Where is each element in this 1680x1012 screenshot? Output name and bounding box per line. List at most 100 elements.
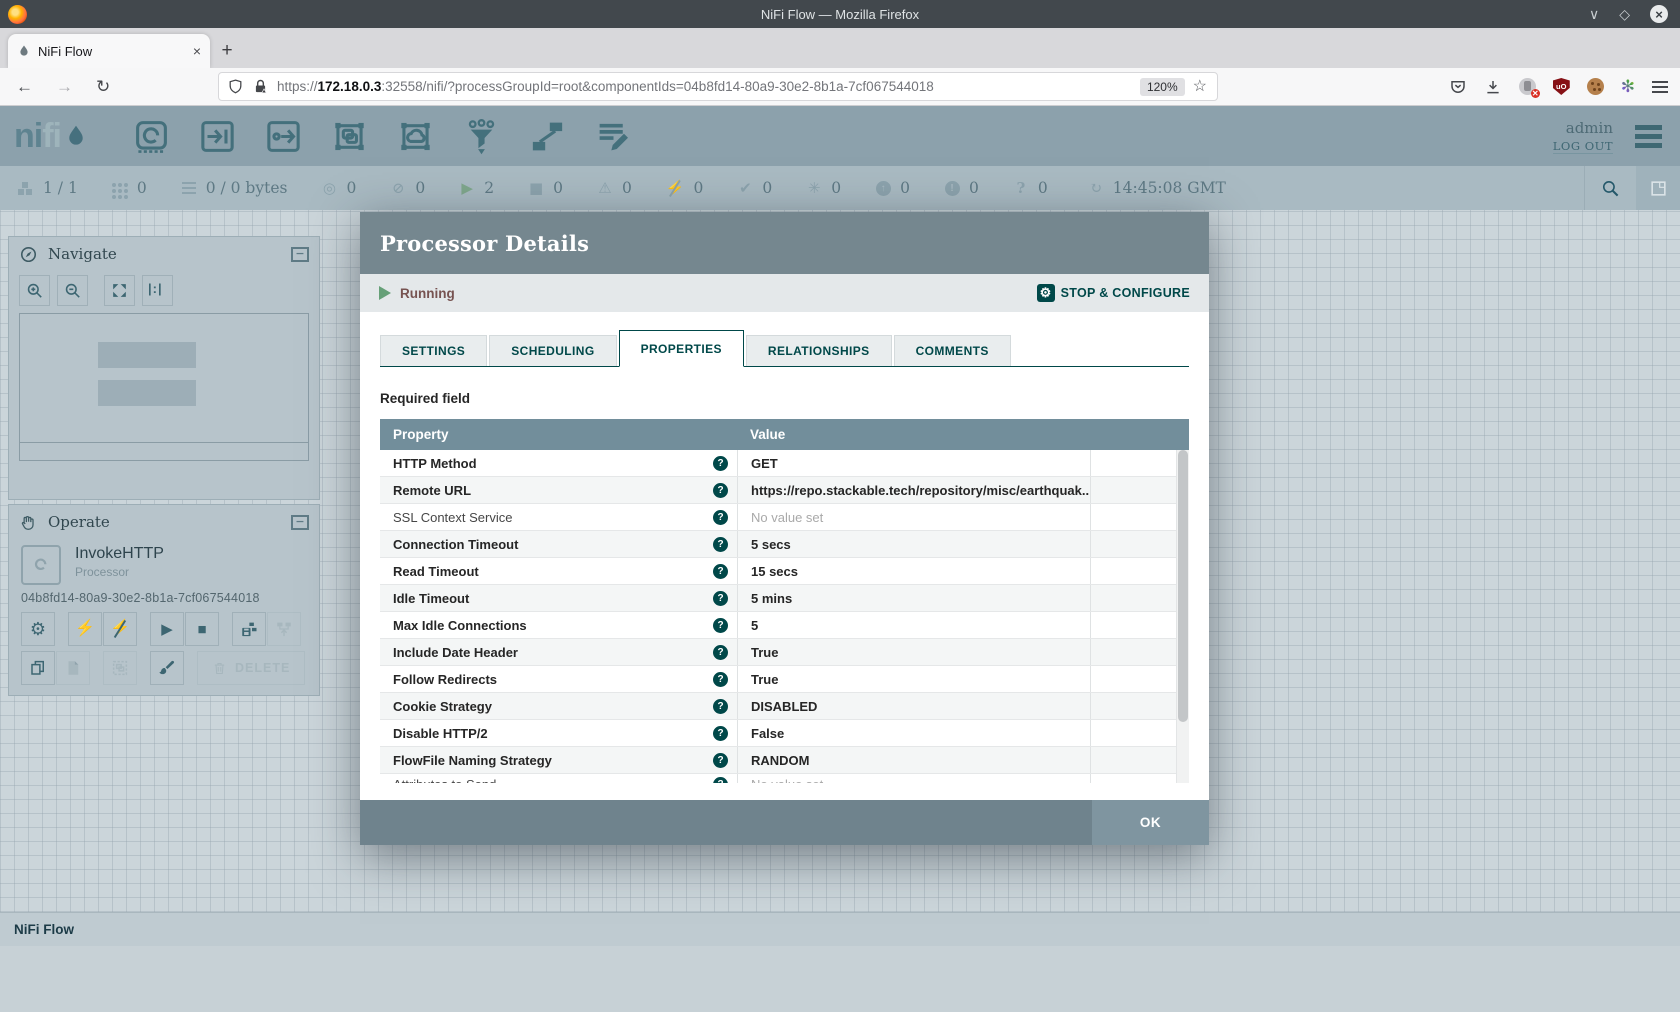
upload-template-button[interactable] bbox=[267, 612, 301, 646]
table-scrollbar[interactable] bbox=[1176, 450, 1189, 783]
output-port-icon[interactable] bbox=[265, 118, 302, 155]
tab-close-icon[interactable]: × bbox=[193, 43, 201, 59]
group-button[interactable] bbox=[103, 651, 137, 685]
search-button[interactable] bbox=[1584, 166, 1636, 210]
table-row: Remote URL?https://repo.stackable.tech/r… bbox=[380, 477, 1176, 504]
start-button[interactable]: ▶ bbox=[150, 612, 184, 646]
table-row: Connection Timeout?5 secs bbox=[380, 531, 1176, 558]
tab-settings[interactable]: SETTINGS bbox=[380, 335, 487, 366]
help-icon[interactable]: ? bbox=[713, 777, 728, 783]
delete-button[interactable]: DELETE bbox=[197, 651, 305, 685]
required-field-note: Required field bbox=[380, 391, 1189, 406]
stop-button[interactable]: ■ bbox=[185, 612, 219, 646]
copy-button[interactable] bbox=[21, 651, 55, 685]
input-port-icon[interactable] bbox=[199, 118, 236, 155]
transmitting-icon: ◎ bbox=[321, 181, 337, 196]
ok-button[interactable]: OK bbox=[1092, 800, 1209, 845]
help-icon[interactable]: ? bbox=[713, 699, 728, 714]
lock-icon[interactable] bbox=[252, 78, 269, 95]
status-running-count: 2 bbox=[484, 179, 494, 197]
download-icon[interactable] bbox=[1484, 78, 1502, 96]
stop-and-configure-button[interactable]: ⚙ STOP & CONFIGURE bbox=[1037, 284, 1190, 302]
cookie-icon[interactable] bbox=[1587, 78, 1604, 95]
zoom-in-button[interactable] bbox=[19, 275, 50, 306]
ublock-icon[interactable]: uO bbox=[1553, 78, 1570, 95]
global-menu-icon[interactable] bbox=[1635, 125, 1662, 130]
zoom-level-badge[interactable]: 120% bbox=[1140, 78, 1185, 96]
remote-process-group-icon[interactable] bbox=[397, 118, 434, 155]
funnel-icon[interactable] bbox=[463, 118, 500, 155]
pocket-icon[interactable] bbox=[1449, 78, 1467, 96]
help-icon[interactable]: ? bbox=[713, 618, 728, 633]
collapse-operate-icon[interactable]: − bbox=[291, 515, 309, 530]
extension-icon[interactable] bbox=[1519, 78, 1536, 95]
create-template-button[interactable] bbox=[232, 612, 266, 646]
sync-failure-icon: ? bbox=[1013, 181, 1029, 196]
processor-icon[interactable] bbox=[133, 118, 170, 155]
breadcrumb[interactable]: NiFi Flow bbox=[0, 912, 1680, 946]
status-running: ▶2 bbox=[459, 179, 494, 197]
help-icon[interactable]: ? bbox=[713, 537, 728, 552]
table-row: HTTP Method?GET bbox=[380, 450, 1176, 477]
property-name-cell: HTTP Method? bbox=[380, 450, 737, 476]
label-icon[interactable] bbox=[595, 118, 632, 155]
fill-color-button[interactable] bbox=[150, 651, 184, 685]
row-actions-cell bbox=[1090, 531, 1176, 557]
menu-icon[interactable] bbox=[1652, 81, 1668, 83]
row-actions-cell bbox=[1090, 504, 1176, 530]
save-template-icon bbox=[240, 620, 258, 638]
row-actions-cell bbox=[1090, 639, 1176, 665]
zoom-out-button[interactable] bbox=[57, 275, 88, 306]
help-icon[interactable]: ? bbox=[713, 672, 728, 687]
process-group-icon[interactable] bbox=[331, 118, 368, 155]
url-path: :32558/nifi/?processGroupId=root&compone… bbox=[381, 79, 933, 94]
navigate-panel: Navigate − |:| bbox=[8, 236, 320, 500]
help-icon[interactable]: ? bbox=[713, 456, 728, 471]
reload-icon[interactable]: ↻ bbox=[96, 78, 110, 95]
help-icon[interactable]: ? bbox=[713, 591, 728, 606]
tab-relationships[interactable]: RELATIONSHIPS bbox=[746, 335, 892, 366]
minimap-footer bbox=[19, 443, 309, 461]
tab-properties[interactable]: PROPERTIES bbox=[619, 330, 744, 367]
help-icon[interactable]: ? bbox=[713, 510, 728, 525]
property-name-cell: FlowFile Naming Strategy? bbox=[380, 747, 737, 773]
help-icon[interactable]: ? bbox=[713, 726, 728, 741]
help-icon[interactable]: ? bbox=[713, 645, 728, 660]
help-icon[interactable]: ? bbox=[713, 753, 728, 768]
table-row: Disable HTTP/2?False bbox=[380, 720, 1176, 747]
breadcrumb-label: NiFi Flow bbox=[14, 922, 74, 937]
scrollbar-thumb[interactable] bbox=[1178, 450, 1188, 722]
zoom-fit-button[interactable] bbox=[104, 275, 135, 306]
browser-tab[interactable]: NiFi Flow × bbox=[8, 34, 210, 68]
property-name: SSL Context Service bbox=[393, 510, 512, 525]
new-tab-button[interactable]: + bbox=[210, 34, 244, 68]
stopped-icon: ■ bbox=[528, 181, 544, 196]
paste-button[interactable] bbox=[56, 651, 90, 685]
sparkle-extension-icon[interactable]: ✻ bbox=[1621, 78, 1635, 95]
template-icon[interactable] bbox=[529, 118, 566, 155]
refresh-icon[interactable]: ↻ bbox=[1088, 181, 1104, 196]
forward-icon[interactable]: → bbox=[56, 78, 73, 95]
birdseye-minimap[interactable] bbox=[19, 313, 309, 443]
enable-button[interactable]: ⚡ bbox=[68, 612, 102, 646]
property-value-cell: GET bbox=[737, 450, 1090, 476]
logout-link[interactable]: LOG OUT bbox=[1553, 139, 1613, 154]
property-value-cell: 5 bbox=[737, 612, 1090, 638]
back-icon[interactable]: ← bbox=[16, 78, 33, 95]
help-icon[interactable]: ? bbox=[713, 564, 728, 579]
tab-comments[interactable]: COMMENTS bbox=[894, 335, 1011, 366]
logo-text-secondary: fi bbox=[42, 117, 61, 155]
panel-toggle-button[interactable] bbox=[1636, 166, 1680, 210]
zoom-actual-button[interactable]: |:| bbox=[142, 275, 173, 306]
configuration-button[interactable]: ⚙ bbox=[21, 612, 55, 646]
shield-icon[interactable] bbox=[227, 78, 244, 95]
status-not-transmitting: ⊘0 bbox=[390, 179, 425, 197]
row-actions-cell bbox=[1090, 693, 1176, 719]
bookmark-star-icon[interactable]: ☆ bbox=[1193, 79, 1207, 95]
help-icon[interactable]: ? bbox=[713, 483, 728, 498]
disable-button[interactable]: ⚡ bbox=[103, 612, 137, 646]
collapse-navigate-icon[interactable]: − bbox=[291, 247, 309, 262]
tab-scheduling[interactable]: SCHEDULING bbox=[489, 335, 616, 366]
status-disabled-count: 0 bbox=[694, 179, 704, 197]
url-bar[interactable]: https://172.18.0.3:32558/nifi/?processGr… bbox=[218, 72, 1218, 101]
